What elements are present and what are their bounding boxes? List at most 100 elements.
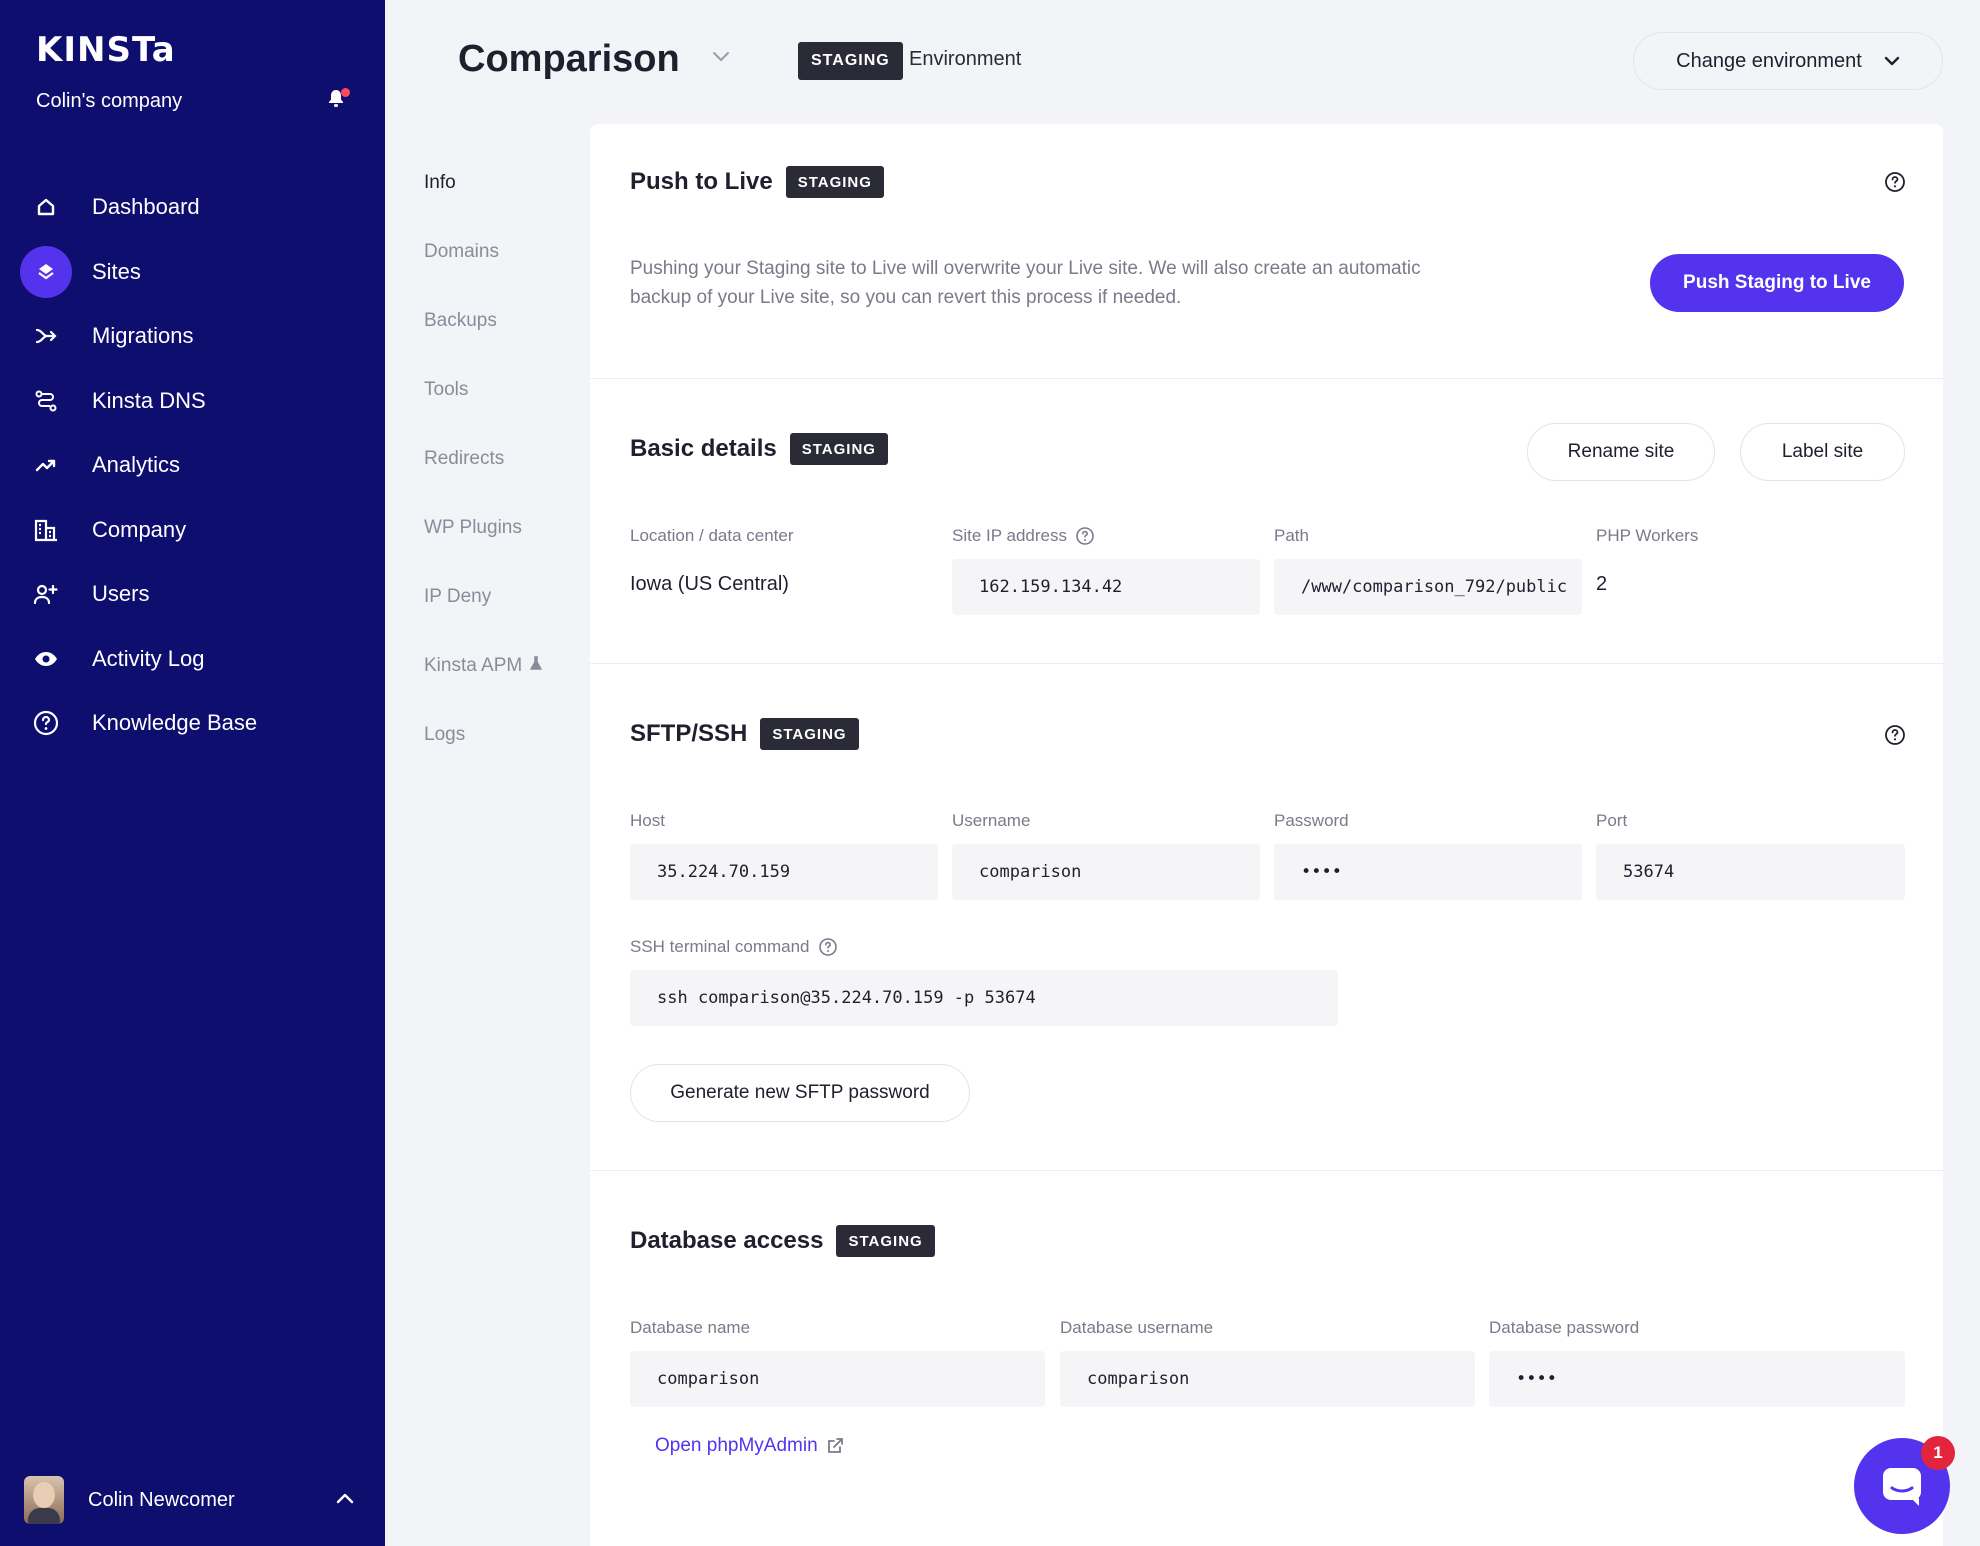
subnav-item-redirects[interactable]: Redirects xyxy=(424,426,584,495)
migrations-icon xyxy=(20,310,72,362)
sidebar-item-label: Dashboard xyxy=(92,194,200,220)
subnav-item-backups[interactable]: Backups xyxy=(424,288,584,357)
location-value: Iowa (US Central) xyxy=(630,573,789,595)
path-label: Path xyxy=(1274,526,1309,545)
flask-icon xyxy=(530,655,543,677)
building-icon xyxy=(20,504,72,556)
subnav-item-wp-plugins[interactable]: WP Plugins xyxy=(424,495,584,564)
subnav-item-domains[interactable]: Domains xyxy=(424,219,584,288)
chevron-up-icon[interactable] xyxy=(336,1491,354,1509)
php-workers-label: PHP Workers xyxy=(1596,526,1699,545)
site-subnav: Info Domains Backups Tools Redirects WP … xyxy=(424,150,584,771)
subnav-item-label: Kinsta APM xyxy=(424,655,523,676)
chevron-down-icon xyxy=(1884,56,1900,65)
password-field[interactable]: •••• xyxy=(1274,844,1582,900)
php-workers-value: 2 xyxy=(1596,573,1608,595)
database-name-label: Database name xyxy=(630,1318,751,1337)
section-title: SFTP/SSH xyxy=(630,720,748,747)
sidebar-item-kinsta-dns[interactable]: Kinsta DNS xyxy=(20,369,365,434)
subnav-item-kinsta-apm[interactable]: Kinsta APM xyxy=(424,633,584,702)
database-access-section: Database access STAGING Database name co… xyxy=(590,1170,1943,1470)
label-site-button[interactable]: Label site xyxy=(1740,423,1905,481)
chat-unread-badge: 1 xyxy=(1921,1436,1955,1470)
help-icon[interactable] xyxy=(1884,171,1906,193)
subnav-item-tools[interactable]: Tools xyxy=(424,357,584,426)
host-label: Host xyxy=(630,811,665,830)
change-environment-button[interactable]: Change environment xyxy=(1633,32,1943,90)
chat-icon xyxy=(1883,1468,1921,1506)
sidebar-item-label: Migrations xyxy=(92,323,194,349)
database-name-field[interactable]: comparison xyxy=(630,1351,1045,1407)
sidebar-item-label: Kinsta DNS xyxy=(92,387,206,413)
environment-label: Environment xyxy=(909,48,1022,70)
password-label: Password xyxy=(1274,811,1349,830)
field-label-text: Site IP address xyxy=(952,526,1067,545)
sidebar-item-label: Users xyxy=(92,581,150,607)
database-password-field[interactable]: •••• xyxy=(1489,1351,1905,1407)
generate-sftp-password-button[interactable]: Generate new SFTP password xyxy=(630,1064,970,1122)
sidebar-item-company[interactable]: Company xyxy=(20,498,365,563)
description-line: Pushing your Staging site to Live will o… xyxy=(630,258,1421,279)
company-name[interactable]: Colin's company xyxy=(36,90,182,113)
dns-icon xyxy=(20,375,72,427)
help-icon[interactable] xyxy=(1884,724,1906,746)
sidebar-item-dashboard[interactable]: Dashboard xyxy=(20,175,365,240)
sidebar: KINSTa Colin's company Dashboard Sites M… xyxy=(0,0,385,1546)
sidebar-item-sites[interactable]: Sites xyxy=(20,240,365,305)
help-circle-icon xyxy=(20,697,72,749)
sidebar-item-activity-log[interactable]: Activity Log xyxy=(20,627,365,692)
site-ip-label: Site IP address xyxy=(952,526,1095,546)
kinsta-logo[interactable]: KINSTa xyxy=(36,30,176,70)
username-field[interactable]: comparison xyxy=(952,844,1260,900)
ssh-command-field[interactable]: ssh comparison@35.224.70.159 -p 53674 xyxy=(630,970,1338,1026)
subnav-item-ip-deny[interactable]: IP Deny xyxy=(424,564,584,633)
ssh-command-label: SSH terminal command xyxy=(630,937,838,957)
sftp-ssh-section: SFTP/SSH STAGING Host 35.224.70.159 User… xyxy=(590,663,1943,1170)
database-username-field[interactable]: comparison xyxy=(1060,1351,1475,1407)
port-label: Port xyxy=(1596,811,1628,830)
help-icon[interactable] xyxy=(1075,526,1095,546)
site-info-card: Push to Live STAGING Pushing your Stagin… xyxy=(590,124,1943,1546)
subnav-item-info[interactable]: Info xyxy=(424,150,584,219)
path-field[interactable]: /www/comparison_792/public xyxy=(1274,559,1582,615)
user-menu[interactable]: Colin Newcomer xyxy=(24,1474,364,1526)
site-ip-field[interactable]: 162.159.134.42 xyxy=(952,559,1260,615)
field-label-text: SSH terminal command xyxy=(630,937,810,956)
sidebar-item-users[interactable]: Users xyxy=(20,562,365,627)
section-title: Basic details xyxy=(630,435,777,462)
push-staging-to-live-button[interactable]: Push Staging to Live xyxy=(1650,254,1904,312)
change-environment-label: Change environment xyxy=(1676,49,1862,72)
link-label: Open phpMyAdmin xyxy=(655,1435,818,1456)
environment-badge: STAGING xyxy=(798,42,903,80)
host-field[interactable]: 35.224.70.159 xyxy=(630,844,938,900)
port-field[interactable]: 53674 xyxy=(1596,844,1905,900)
section-title: Push to Live xyxy=(630,168,773,195)
add-user-icon xyxy=(20,568,72,620)
sidebar-item-knowledge-base[interactable]: Knowledge Base xyxy=(20,691,365,756)
page-title: Comparison xyxy=(458,38,680,80)
avatar xyxy=(24,1476,64,1524)
push-to-live-section: Push to Live STAGING Pushing your Stagin… xyxy=(590,124,1943,378)
sidebar-item-label: Company xyxy=(92,516,187,542)
database-password-label: Database password xyxy=(1489,1318,1640,1337)
staging-badge: STAGING xyxy=(760,718,859,750)
sidebar-item-migrations[interactable]: Migrations xyxy=(20,304,365,369)
staging-badge: STAGING xyxy=(789,433,888,465)
database-access-title: Database access STAGING xyxy=(630,1225,935,1257)
section-title: Database access xyxy=(630,1227,824,1254)
notifications-bell-icon[interactable] xyxy=(326,88,350,112)
help-icon[interactable] xyxy=(818,937,838,957)
subnav-item-logs[interactable]: Logs xyxy=(424,702,584,771)
layers-icon xyxy=(20,245,72,298)
notification-dot xyxy=(341,88,350,97)
rename-site-button[interactable]: Rename site xyxy=(1527,423,1715,481)
description-line: backup of your Live site, so you can rev… xyxy=(630,287,1182,308)
push-to-live-title: Push to Live STAGING xyxy=(630,166,884,198)
push-to-live-description: Pushing your Staging site to Live will o… xyxy=(630,254,1490,312)
site-switcher-chevron-down-icon[interactable] xyxy=(712,50,730,68)
open-phpmyadmin-link[interactable]: Open phpMyAdmin xyxy=(655,1435,844,1457)
eye-icon xyxy=(20,633,72,685)
home-icon xyxy=(20,181,72,233)
sidebar-nav: Dashboard Sites Migrations Kinsta DNS An… xyxy=(20,175,365,756)
sidebar-item-analytics[interactable]: Analytics xyxy=(20,433,365,498)
